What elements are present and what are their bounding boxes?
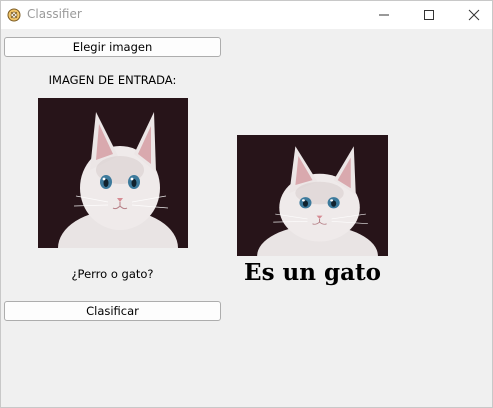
window-title: Classifier [27,7,82,21]
input-image-label: IMAGEN DE ENTRADA: [48,73,177,87]
question-label: ¿Perro o gato? [71,267,154,281]
title-bar[interactable]: Classifier [1,1,492,29]
choose-image-button[interactable]: Elegir imagen [4,37,221,57]
close-icon [468,6,480,25]
classify-button[interactable]: Clasificar [4,301,221,321]
white-kitten-photo [237,135,388,256]
maximize-button[interactable] [406,1,452,29]
output-image [237,135,388,256]
close-button[interactable] [451,1,493,29]
white-kitten-photo [38,98,188,248]
maximize-icon [423,6,435,25]
input-image [38,98,188,248]
feather-app-icon [7,7,21,22]
app-window: Classifier Elegir imagen IMAGEN DE ENTRA… [0,0,493,408]
classification-result: Es un gato [244,259,381,286]
minimize-icon [378,6,390,25]
minimize-button[interactable] [361,1,407,29]
